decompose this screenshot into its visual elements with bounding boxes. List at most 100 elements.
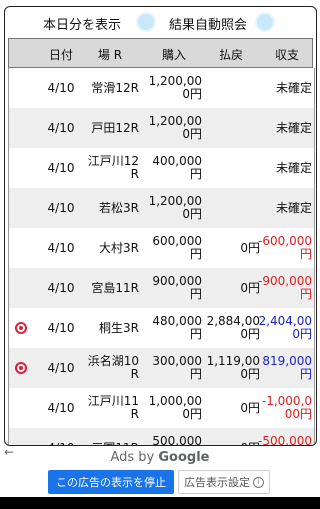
- date-cell: 4/10: [37, 68, 85, 108]
- place-cell-text: 若松3R: [99, 200, 139, 215]
- date-cell-text: 4/10: [47, 160, 75, 175]
- payout-cell: 2,884,000円: [202, 308, 260, 348]
- place-cell-text: 浜名湖10R: [87, 354, 139, 381]
- table-row[interactable]: 4/10 桐生3R 480,000円 2,884,000円 2,404,000円: [9, 308, 314, 348]
- auto-result-toggle[interactable]: [257, 14, 273, 30]
- place-cell-text: 桐生3R: [99, 320, 139, 335]
- balance-cell-text: -1,000,000円: [261, 394, 312, 421]
- date-cell-text: 4/10: [47, 120, 75, 135]
- date-cell: 4/10: [37, 148, 85, 188]
- header-date: 日付: [48, 48, 73, 62]
- balance-cell-text: 未確定: [275, 120, 312, 135]
- header-payout: 払戻: [218, 48, 243, 62]
- system-nav-bar: [0, 497, 320, 509]
- balance-cell: 未確定: [257, 148, 312, 188]
- table-row[interactable]: 4/10 戸田12R 1,200,000円 未確定: [9, 108, 314, 148]
- balance-cell: 未確定: [257, 68, 312, 108]
- target-hit-icon: [15, 362, 27, 374]
- balance-cell-text: 未確定: [275, 160, 312, 175]
- balance-cell: -600,000円: [257, 228, 312, 268]
- place-cell: 桐生3R: [83, 308, 139, 348]
- table-row[interactable]: 4/10 若松3R 1,200,000円 未確定: [9, 188, 314, 228]
- table-row[interactable]: 4/10 常滑12R 1,200,000円 未確定: [9, 68, 314, 108]
- show-today-toggle[interactable]: [138, 14, 154, 30]
- balance-cell: -500,000円: [257, 428, 312, 446]
- date-cell-text: 4/10: [47, 280, 75, 295]
- ads-by-label: Ads by: [110, 450, 155, 465]
- balance-cell: 2,404,000円: [257, 308, 312, 348]
- table-row[interactable]: 4/10 宮島11R 900,000円 0円 -900,000円: [9, 268, 314, 308]
- buy-cell: 900,000円: [142, 268, 202, 308]
- place-cell-text: 戸田12R: [91, 120, 139, 135]
- hit-cell: [13, 268, 29, 308]
- balance-cell-text: 819,000円: [262, 354, 312, 381]
- place-cell: 浜名湖10R: [83, 348, 139, 388]
- balance-cell-text: 未確定: [275, 200, 312, 215]
- ad-settings-button[interactable]: 広告表示設定 i: [178, 470, 270, 494]
- date-cell-text: 4/10: [47, 80, 75, 95]
- place-cell: 江戸川12R: [83, 148, 139, 188]
- buy-cell-text: 600,000円: [152, 234, 202, 261]
- balance-cell-text: -500,000円: [258, 434, 312, 446]
- buy-cell: 1,200,000円: [142, 188, 202, 228]
- hit-cell: [13, 108, 29, 148]
- payout-cell: 1,119,000円: [202, 348, 260, 388]
- balance-cell: 819,000円: [257, 348, 312, 388]
- table-row[interactable]: 4/10 三国11R 500,000円0円-500,000円: [9, 428, 314, 446]
- target-hit-icon: [15, 322, 27, 334]
- date-cell: 4/10: [37, 268, 85, 308]
- buy-cell-text: 1,200,000円: [148, 194, 202, 221]
- hit-cell: [13, 348, 29, 388]
- place-cell: 宮島11R: [83, 268, 139, 308]
- hit-cell: [13, 428, 29, 445]
- date-cell-text: 4/10: [47, 360, 75, 375]
- header-buy: 購入: [161, 48, 186, 62]
- date-cell: 4/10: [37, 388, 85, 428]
- table-header: 日付 場 R 購入 払戻 収支: [8, 38, 313, 68]
- stop-ad-label: この広告の表示を停止: [56, 476, 166, 489]
- payout-cell: 0円: [202, 388, 260, 428]
- table-row[interactable]: 4/10 浜名湖10R 300,000円 1,119,000円 819,000円: [9, 348, 314, 388]
- place-cell-text: 常滑12R: [91, 80, 139, 95]
- buy-cell: 480,000円: [142, 308, 202, 348]
- date-cell: 4/10: [37, 108, 85, 148]
- stop-ad-button[interactable]: この広告の表示を停止: [48, 470, 174, 494]
- date-cell-text: 4/10: [47, 240, 75, 255]
- payout-cell: [202, 188, 260, 228]
- balance-cell: -1,000,000円: [257, 388, 312, 428]
- balance-cell-text: 2,404,000円: [258, 314, 312, 341]
- buy-cell: 500,000円: [142, 428, 202, 446]
- hit-cell: [13, 188, 29, 228]
- place-cell-text: 三国11R: [91, 441, 139, 445]
- buy-cell-text: 400,000円: [152, 154, 202, 181]
- buy-cell: 1,200,000円: [142, 108, 202, 148]
- date-cell-text: 4/10: [48, 441, 75, 445]
- balance-cell-text: 未確定: [275, 80, 312, 95]
- date-cell: 4/10: [37, 428, 85, 445]
- auto-result-label: 結果自動照会: [169, 18, 248, 33]
- payout-cell: 0円: [202, 268, 260, 308]
- balance-cell: 未確定: [257, 188, 312, 228]
- buy-cell: 1,200,000円: [142, 68, 202, 108]
- header-balance: 収支: [274, 48, 299, 62]
- hit-cell: [13, 228, 29, 268]
- buy-cell-text: 480,000円: [152, 314, 202, 341]
- buy-cell: 400,000円: [142, 148, 202, 188]
- date-cell: 4/10: [37, 308, 85, 348]
- hit-cell: [13, 148, 29, 188]
- place-cell: 常滑12R: [83, 68, 139, 108]
- place-cell: 若松3R: [83, 188, 139, 228]
- table-row[interactable]: 4/10 大村3R 600,000円 0円 -600,000円: [9, 228, 314, 268]
- ad-settings-label: 広告表示設定: [184, 476, 250, 489]
- history-table-body[interactable]: 4/10 常滑12R 1,200,000円 未確定 4/10 戸田12R 1,200,000…: [8, 68, 315, 446]
- payout-cell: 0円: [202, 428, 260, 445]
- buy-cell: 600,000円: [142, 228, 202, 268]
- table-row[interactable]: 4/10 江戸川11R 1,000,000円 0円 -1,000,000円: [9, 388, 314, 428]
- info-icon: i: [253, 476, 264, 488]
- place-cell: 大村3R: [83, 228, 139, 268]
- hit-cell: [13, 308, 29, 348]
- place-cell-text: 江戸川11R: [87, 394, 139, 421]
- payout-cell: [202, 68, 260, 108]
- table-row[interactable]: 4/10 江戸川12R 400,000円 未確定: [9, 148, 314, 188]
- payout-cell: [202, 108, 260, 148]
